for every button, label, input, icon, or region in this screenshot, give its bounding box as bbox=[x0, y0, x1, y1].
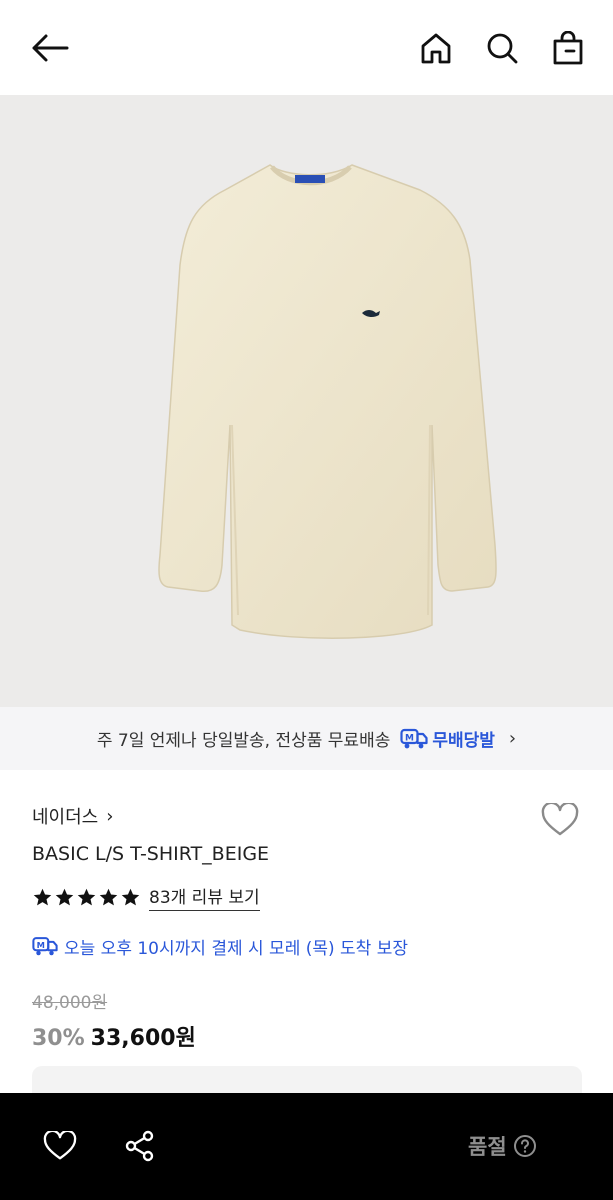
svg-text:M: M bbox=[405, 733, 414, 743]
product-name: BASIC L/S T-SHIRT_BEIGE bbox=[32, 843, 270, 865]
star-icon bbox=[99, 888, 118, 905]
home-button[interactable] bbox=[414, 26, 458, 70]
svg-text:M: M bbox=[37, 940, 45, 950]
star-icon bbox=[77, 888, 96, 905]
share-button[interactable] bbox=[118, 1124, 162, 1168]
delivery-brand-label: 무배당발 bbox=[432, 731, 495, 751]
search-button[interactable] bbox=[480, 26, 524, 70]
price-row: 30% 33,600원 bbox=[32, 1020, 196, 1052]
shopping-bag-button[interactable] bbox=[546, 26, 590, 70]
bottom-wishlist-button[interactable] bbox=[38, 1124, 82, 1168]
share-icon bbox=[125, 1130, 154, 1162]
sold-out-label: 품절 bbox=[468, 1135, 507, 1159]
review-link[interactable]: 83개 리뷰 보기 bbox=[149, 883, 260, 911]
heart-icon bbox=[43, 1131, 77, 1160]
delivery-text: 주 7일 언제나 당일발송, 전상품 무료배송 bbox=[96, 731, 391, 751]
back-button[interactable] bbox=[26, 26, 74, 70]
shopping-bag-icon bbox=[553, 31, 583, 65]
brand-link[interactable]: 네이더스 › bbox=[32, 803, 113, 829]
star-icon bbox=[55, 888, 74, 905]
rating-stars bbox=[32, 887, 141, 908]
chevron-right-icon: › bbox=[106, 805, 114, 827]
sale-price: 33,600원 bbox=[90, 1026, 196, 1051]
arrow-left-icon bbox=[32, 34, 69, 62]
delivery-banner[interactable]: 주 7일 언제나 당일발송, 전상품 무료배송 M 무배당발 › bbox=[0, 707, 613, 770]
sold-out-status[interactable]: 품절 bbox=[468, 1131, 537, 1161]
rating-row: 83개 리뷰 보기 bbox=[32, 883, 260, 911]
product-image[interactable] bbox=[0, 95, 613, 707]
star-icon bbox=[121, 888, 140, 905]
search-icon bbox=[487, 33, 518, 64]
arrival-guarantee: M 오늘 오후 10시까지 결제 시 모레 (목) 도착 보장 bbox=[32, 934, 408, 959]
heart-outline-icon bbox=[541, 803, 579, 836]
arrival-text: 오늘 오후 10시까지 결제 시 모레 (목) 도착 보장 bbox=[64, 939, 409, 959]
brand-name: 네이더스 bbox=[32, 807, 99, 828]
truck-icon: M bbox=[400, 728, 428, 748]
chevron-right-icon: › bbox=[508, 728, 517, 749]
home-icon bbox=[421, 33, 451, 64]
delivery-brand: M 무배당발 bbox=[400, 726, 495, 751]
star-icon bbox=[33, 888, 52, 905]
question-circle-icon bbox=[513, 1135, 536, 1157]
top-bar bbox=[0, 0, 613, 95]
wishlist-button[interactable] bbox=[538, 800, 582, 840]
discount-rate: 30% bbox=[32, 1026, 85, 1051]
truck-icon: M bbox=[32, 937, 58, 956]
original-price: 48,000원 bbox=[32, 993, 108, 1013]
t-shirt-image bbox=[158, 164, 497, 639]
